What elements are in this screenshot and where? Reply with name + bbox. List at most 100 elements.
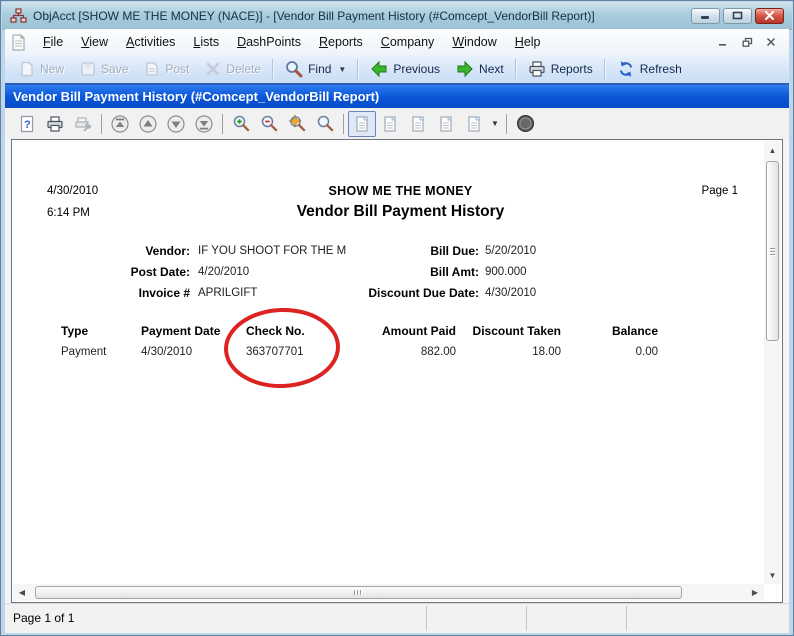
page-layout-1-button[interactable]	[348, 111, 376, 137]
menu-dashpoints[interactable]: DashPoints	[228, 31, 310, 53]
page-layout-5-button[interactable]	[460, 111, 488, 137]
minimize-icon	[700, 11, 711, 20]
previous-page-button[interactable]	[134, 111, 162, 137]
page-layout-2-icon	[381, 115, 399, 133]
previous-green-arrow-icon	[370, 60, 388, 78]
title-bar: ObjAcct [SHOW ME THE MONEY (NACE)] - [Ve…	[2, 2, 792, 30]
thumb-grip	[770, 247, 775, 257]
find-dropdown-icon[interactable]: ▼	[338, 65, 346, 74]
stop-button[interactable]	[511, 111, 539, 137]
column-header: Discount Taken	[456, 324, 561, 338]
post-label: Post	[165, 62, 189, 76]
column-header: Payment Date	[141, 324, 246, 338]
minimize-button[interactable]	[691, 8, 720, 24]
close-button[interactable]	[755, 8, 784, 24]
page-layout-3-button[interactable]	[404, 111, 432, 137]
menu-window[interactable]: Window	[443, 31, 505, 53]
table-cell: 4/30/2010	[141, 346, 246, 358]
status-bar: Page 1 of 1	[5, 603, 789, 633]
horizontal-scrollbar[interactable]: ◀ ▶	[13, 584, 764, 601]
zoom-out-button[interactable]	[255, 111, 283, 137]
report-company-name: SHOW ME THE MONEY	[25, 184, 764, 198]
post-date-label: Post Date:	[13, 265, 190, 279]
previous-button[interactable]: Previous	[362, 57, 448, 81]
zoom-in-button[interactable]	[227, 111, 255, 137]
reports-label: Reports	[551, 62, 593, 76]
discount-due-date-value: 4/30/2010	[485, 287, 536, 299]
mdi-system-menu-icon[interactable]	[11, 34, 26, 51]
new-button[interactable]: New	[11, 58, 72, 80]
bill-amt-value: 900.000	[485, 266, 527, 278]
last-page-icon	[194, 114, 214, 134]
refresh-button[interactable]: Refresh	[609, 57, 690, 81]
table-cell: 363707701	[246, 346, 351, 358]
refresh-icon	[617, 60, 635, 78]
status-page-text: Page 1 of 1	[13, 611, 74, 625]
vertical-scrollbar[interactable]: ▲ ▼	[764, 141, 781, 584]
payment-table: Type Payment Date Check No. Amount Paid …	[61, 324, 658, 358]
bill-amt-label: Bill Amt:	[253, 265, 479, 279]
menu-help[interactable]: Help	[506, 31, 550, 53]
post-icon	[144, 61, 160, 77]
table-cell: 882.00	[351, 346, 456, 358]
last-page-button[interactable]	[190, 111, 218, 137]
reports-printer-icon	[528, 60, 546, 78]
menu-bar: File View Activities Lists DashPoints Re…	[5, 29, 789, 56]
page-layout-4-button[interactable]	[432, 111, 460, 137]
next-green-arrow-icon	[456, 60, 474, 78]
layout-dropdown-button[interactable]: ▼	[488, 112, 502, 136]
objacct-orgchart-icon	[10, 8, 27, 24]
delete-icon	[205, 61, 221, 77]
next-button[interactable]: Next	[448, 57, 512, 81]
toolbar-separator	[357, 59, 359, 79]
scroll-left-icon[interactable]: ◀	[15, 584, 29, 601]
find-button[interactable]: Find ▼	[277, 57, 354, 81]
preview-separator	[343, 114, 344, 134]
delete-label: Delete	[226, 62, 261, 76]
previous-page-icon	[138, 114, 158, 134]
main-toolbar: New Save Post Delete	[5, 55, 789, 85]
zoom-out-icon	[260, 114, 279, 133]
print-button[interactable]	[41, 111, 69, 137]
first-page-button[interactable]	[106, 111, 134, 137]
vertical-scroll-thumb[interactable]	[766, 161, 779, 341]
print-icon	[46, 115, 64, 133]
zoom-button[interactable]	[311, 111, 339, 137]
save-label: Save	[101, 62, 128, 76]
delete-button[interactable]: Delete	[197, 58, 269, 80]
help-button[interactable]: ?	[13, 111, 41, 137]
menu-view[interactable]: View	[72, 31, 117, 53]
reports-button[interactable]: Reports	[520, 57, 601, 81]
print-setup-button[interactable]	[69, 111, 97, 137]
horizontal-scroll-thumb[interactable]	[35, 586, 682, 599]
zoom-icon	[316, 114, 335, 133]
scroll-down-icon[interactable]: ▼	[764, 568, 781, 582]
zoom-wizard-button[interactable]	[283, 111, 311, 137]
menu-lists[interactable]: Lists	[184, 31, 228, 53]
report-page: 4/30/2010 6:14 PM SHOW ME THE MONEY Vend…	[13, 141, 764, 584]
table-cell: Payment	[61, 346, 141, 358]
save-button[interactable]: Save	[72, 58, 136, 80]
column-header: Type	[61, 324, 141, 338]
first-page-icon	[110, 114, 130, 134]
menu-activities[interactable]: Activities	[117, 31, 184, 53]
document-question-icon: ?	[18, 115, 36, 133]
post-button[interactable]: Post	[136, 58, 197, 80]
page-layout-5-icon	[465, 115, 483, 133]
next-page-button[interactable]	[162, 111, 190, 137]
mdi-minimize-button[interactable]	[715, 36, 731, 49]
layout-dropdown-icon: ▼	[491, 119, 499, 128]
svg-text:?: ?	[24, 119, 31, 131]
maximize-button[interactable]	[723, 8, 752, 24]
mdi-close-button[interactable]	[763, 36, 779, 49]
scroll-up-icon[interactable]: ▲	[764, 143, 781, 157]
table-cell: 18.00	[456, 346, 561, 358]
scroll-right-icon[interactable]: ▶	[748, 584, 762, 601]
bill-due-label: Bill Due:	[253, 244, 479, 258]
menu-file[interactable]: File	[34, 31, 72, 53]
refresh-label: Refresh	[640, 62, 682, 76]
menu-company[interactable]: Company	[372, 31, 444, 53]
menu-reports[interactable]: Reports	[310, 31, 372, 53]
mdi-restore-button[interactable]	[739, 36, 755, 49]
page-layout-2-button[interactable]	[376, 111, 404, 137]
